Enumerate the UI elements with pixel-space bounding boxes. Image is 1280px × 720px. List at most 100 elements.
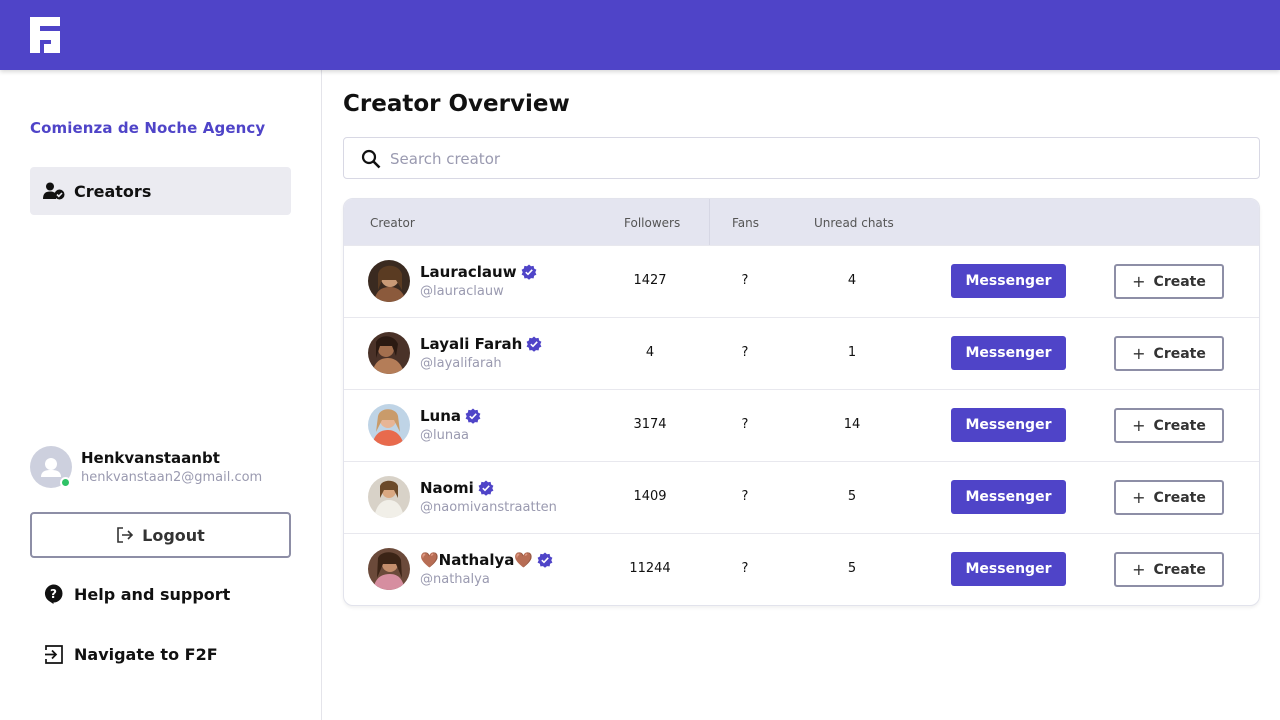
followers-count: 11244	[629, 561, 671, 576]
verified-badge-icon	[478, 480, 494, 496]
table-row[interactable]: 🤎Nathalya🤎 @nathalya 11244 ? 5 Messenger…	[344, 533, 1259, 605]
user-check-icon	[43, 182, 65, 200]
create-label: Create	[1153, 273, 1206, 290]
avatar-photo	[368, 404, 410, 446]
creator-name[interactable]: Lauraclauw	[420, 263, 537, 281]
avatar-photo	[368, 260, 410, 302]
messenger-button[interactable]: Messenger	[951, 552, 1066, 586]
creator-name-text: Naomi	[420, 479, 474, 497]
creator-avatar	[368, 404, 410, 446]
plus-icon: +	[1132, 343, 1146, 363]
creator-avatar	[368, 332, 410, 374]
column-header-creator: Creator	[370, 216, 415, 230]
creator-handle: @naomivanstraatten	[420, 500, 557, 515]
help-support-label: Help and support	[74, 584, 231, 604]
creator-name-text: Layali Farah	[420, 335, 523, 353]
avatar-photo	[368, 548, 410, 590]
creator-avatar	[368, 548, 410, 590]
create-button[interactable]: + Create	[1114, 336, 1224, 371]
header-divider	[709, 199, 710, 245]
messenger-button[interactable]: Messenger	[951, 408, 1066, 442]
verified-badge-icon	[521, 264, 536, 280]
table-row[interactable]: Layali Farah @layalifarah 4 ? 1 Messenge…	[344, 317, 1259, 389]
search-input[interactable]	[390, 146, 1230, 172]
creator-handle: @layalifarah	[420, 356, 502, 371]
creator-handle: @lauraclauw	[420, 284, 504, 299]
fans-count: ?	[741, 489, 749, 504]
creator-avatar	[368, 260, 410, 302]
creator-name[interactable]: Luna	[420, 407, 481, 425]
unread-chats-count: 1	[847, 345, 857, 360]
agency-name: Comienza de Noche Agency	[30, 119, 266, 137]
online-status-dot	[60, 477, 71, 488]
creator-name[interactable]: 🤎Nathalya🤎	[420, 551, 553, 569]
create-label: Create	[1153, 561, 1206, 578]
fans-count: ?	[741, 273, 749, 288]
create-button[interactable]: + Create	[1114, 264, 1224, 299]
table-row[interactable]: Naomi @naomivanstraatten 1409 ? 5 Messen…	[344, 461, 1259, 533]
creator-name-text: Luna	[420, 407, 462, 425]
search-bar	[343, 137, 1260, 179]
creators-table: Creator Followers Fans Unread chats Laur…	[343, 198, 1260, 606]
fans-count: ?	[741, 417, 749, 432]
logout-button[interactable]: Logout	[30, 512, 291, 558]
creator-name[interactable]: Layali Farah	[420, 335, 542, 353]
unread-chats-count: 4	[847, 273, 857, 288]
messenger-button[interactable]: Messenger	[951, 480, 1066, 514]
create-button[interactable]: + Create	[1114, 480, 1224, 515]
followers-count: 3174	[633, 417, 667, 432]
creator-handle: @nathalya	[420, 572, 490, 587]
navigate-f2f-label: Navigate to F2F	[74, 644, 218, 664]
avatar-photo	[368, 476, 410, 518]
help-bubble-icon: ?	[44, 584, 63, 604]
column-header-unread: Unread chats	[814, 216, 894, 230]
user-email: henkvanstaan2@gmail.com	[81, 470, 263, 485]
create-label: Create	[1153, 417, 1206, 434]
user-profile: Henkvanstaanbt henkvanstaan2@gmail.com	[30, 446, 300, 490]
logout-icon	[117, 527, 134, 543]
navigate-f2f-link[interactable]: Navigate to F2F	[44, 642, 218, 666]
unread-chats-count: 14	[843, 417, 861, 432]
table-header: Creator Followers Fans Unread chats	[344, 199, 1259, 245]
messenger-button[interactable]: Messenger	[951, 336, 1066, 370]
user-name: Henkvanstaanbt	[81, 449, 220, 467]
messenger-button[interactable]: Messenger	[951, 264, 1066, 298]
avatar-photo	[368, 332, 410, 374]
unread-chats-count: 5	[847, 561, 857, 576]
top-bar	[0, 0, 1280, 70]
plus-icon: +	[1132, 487, 1146, 507]
create-button[interactable]: + Create	[1114, 408, 1224, 443]
create-button[interactable]: + Create	[1114, 552, 1224, 587]
verified-badge-icon	[537, 552, 553, 568]
creator-handle: @lunaa	[420, 428, 470, 443]
help-support-link[interactable]: ? Help and support	[44, 582, 230, 606]
table-row[interactable]: Luna @lunaa 3174 ? 14 Messenger + Create	[344, 389, 1259, 461]
creator-name-text: 🤎Nathalya🤎	[420, 551, 534, 569]
followers-count: 1427	[633, 273, 667, 288]
followers-count: 4	[645, 345, 655, 360]
sidebar-item-creators[interactable]: Creators	[30, 167, 291, 215]
creator-name[interactable]: Naomi	[420, 479, 494, 497]
table-row[interactable]: Lauraclauw @lauraclauw 1427 ? 4 Messenge…	[344, 245, 1259, 317]
f2f-logo-icon[interactable]	[30, 17, 60, 53]
verified-badge-icon	[465, 408, 481, 424]
svg-text:?: ?	[50, 587, 57, 601]
enter-icon	[45, 644, 63, 664]
sidebar: Comienza de Noche Agency Creators Henkva…	[0, 70, 322, 720]
creator-avatar	[368, 476, 410, 518]
search-icon	[361, 149, 381, 169]
page-title: Creator Overview	[343, 91, 570, 117]
logout-label: Logout	[142, 525, 205, 545]
column-header-fans: Fans	[732, 216, 760, 230]
sidebar-item-label: Creators	[74, 181, 152, 201]
fans-count: ?	[741, 561, 749, 576]
create-label: Create	[1153, 489, 1206, 506]
plus-icon: +	[1132, 415, 1146, 435]
plus-icon: +	[1132, 271, 1146, 291]
unread-chats-count: 5	[847, 489, 857, 504]
plus-icon: +	[1132, 559, 1146, 579]
create-label: Create	[1153, 345, 1206, 362]
column-header-followers: Followers	[624, 216, 681, 230]
fans-count: ?	[741, 345, 749, 360]
creator-name-text: Lauraclauw	[420, 263, 517, 281]
